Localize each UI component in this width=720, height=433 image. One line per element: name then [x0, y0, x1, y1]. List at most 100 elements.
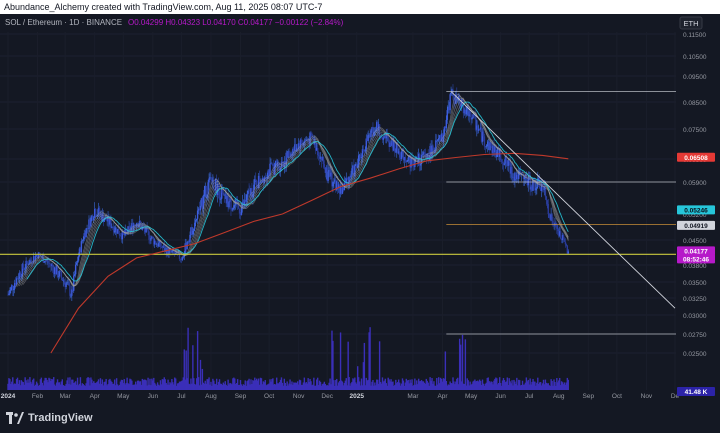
x-tick-label: Dec	[321, 393, 333, 400]
candle-body	[81, 240, 84, 242]
candle-body	[437, 139, 439, 141]
price-chart[interactable]: 0.11500 0.10500 0.09500 0.08500 0.07500 0.065…	[0, 14, 720, 405]
x-tick-label: Feb	[32, 393, 44, 400]
candle-body	[406, 161, 408, 163]
footer: TradingView	[0, 405, 720, 433]
candle-body	[503, 163, 506, 165]
candle-body	[545, 196, 548, 201]
candle-body	[387, 136, 389, 142]
candle-body	[181, 257, 184, 261]
candle-body	[421, 154, 424, 156]
candle-body	[395, 152, 397, 153]
candle-body	[501, 161, 504, 163]
candle-body	[548, 214, 550, 218]
y-tick-label: 0.08500	[683, 100, 707, 107]
candle-body	[234, 204, 236, 206]
candle-body	[182, 256, 185, 258]
candle-body	[13, 288, 15, 290]
y-tick-label: 0.11500	[683, 32, 706, 39]
candle-body	[310, 132, 312, 134]
candle-body	[199, 205, 202, 211]
candle-body	[154, 241, 157, 245]
volume-bar	[567, 379, 569, 390]
candle-body	[230, 198, 232, 210]
price-badge-label: 0.05246	[684, 207, 708, 214]
candle-body	[556, 224, 558, 230]
candle-body	[222, 192, 225, 195]
y-tick-label: 0.02750	[683, 332, 707, 339]
candle-body	[179, 258, 182, 260]
x-tick-label: 2025	[350, 393, 365, 400]
candle-body	[238, 208, 241, 214]
candle-body	[437, 138, 440, 140]
candle-body	[232, 207, 234, 211]
candle-body	[118, 233, 121, 236]
candle-body	[17, 278, 20, 280]
candle-body	[410, 158, 412, 168]
candle-body	[486, 144, 488, 147]
candle-body	[382, 137, 385, 140]
candle-body	[52, 264, 54, 268]
volume-badge-label: 41.48 K	[685, 389, 708, 396]
candle-body	[47, 260, 49, 264]
candle-body	[56, 266, 59, 277]
candle-body	[562, 234, 565, 239]
currency-button-label[interactable]: ETH	[684, 19, 699, 28]
candle-body	[351, 168, 353, 176]
price-badge-label: 08:52:46	[683, 256, 709, 263]
candle-body	[194, 222, 196, 229]
y-tick-label: 0.10500	[683, 54, 707, 61]
candle-body	[362, 149, 365, 151]
candle-body	[272, 164, 274, 166]
x-tick-label: Oct	[612, 393, 622, 400]
candle-body	[432, 145, 434, 149]
x-tick-label: Mar	[60, 393, 72, 400]
chart-background	[0, 14, 720, 405]
price-badge-label: 0.04177	[684, 248, 708, 255]
candle-body	[85, 228, 87, 238]
x-tick-label: Apr	[437, 393, 448, 400]
x-tick-label: Jul	[177, 393, 186, 400]
volume-bar	[369, 327, 371, 390]
candle-body	[119, 235, 122, 237]
candle-body	[233, 205, 235, 208]
candle-body	[19, 272, 22, 277]
candle-body	[557, 229, 559, 232]
candle-body	[110, 219, 112, 228]
candle-body	[565, 244, 568, 246]
candle-body	[547, 204, 549, 215]
candle-body	[157, 243, 160, 247]
candle-body	[316, 147, 319, 156]
chart-area[interactable]: 0.11500 0.10500 0.09500 0.08500 0.07500 0.065…	[0, 14, 720, 405]
candle-body	[195, 220, 197, 223]
y-tick-label: 0.09500	[683, 74, 707, 81]
candle-body	[8, 293, 10, 295]
candle-body	[74, 274, 76, 276]
candle-body	[465, 109, 468, 115]
candle-body	[370, 130, 372, 138]
candle-body	[73, 275, 75, 291]
tradingview-logo[interactable]: TradingView	[6, 412, 93, 424]
currency-button[interactable]: ETH	[679, 16, 703, 30]
candle-body	[445, 119, 448, 129]
candle-body	[271, 163, 273, 165]
x-tick-label: Apr	[90, 393, 101, 400]
candle-body	[471, 118, 473, 120]
candle-body	[60, 271, 63, 278]
candle-body	[564, 241, 567, 245]
candle-body	[419, 163, 422, 166]
candle-body	[360, 156, 363, 159]
y-tick-label: 0.04500	[683, 238, 707, 245]
candle-body	[346, 177, 348, 179]
candle-body	[511, 167, 513, 178]
candle-body	[58, 271, 61, 277]
candle-body	[322, 157, 325, 164]
candle-body	[221, 189, 224, 193]
y-tick-label: 0.03500	[683, 280, 707, 287]
candle-body	[65, 283, 67, 288]
x-tick-label: Sep	[235, 393, 247, 400]
ohlc-values: O0.04299 H0.04323 L0.04170 C0.04177 −0.0…	[128, 18, 344, 27]
candle-body	[218, 190, 221, 200]
y-tick-label: 0.07500	[683, 127, 707, 134]
x-tick-label: Sep	[583, 393, 595, 400]
